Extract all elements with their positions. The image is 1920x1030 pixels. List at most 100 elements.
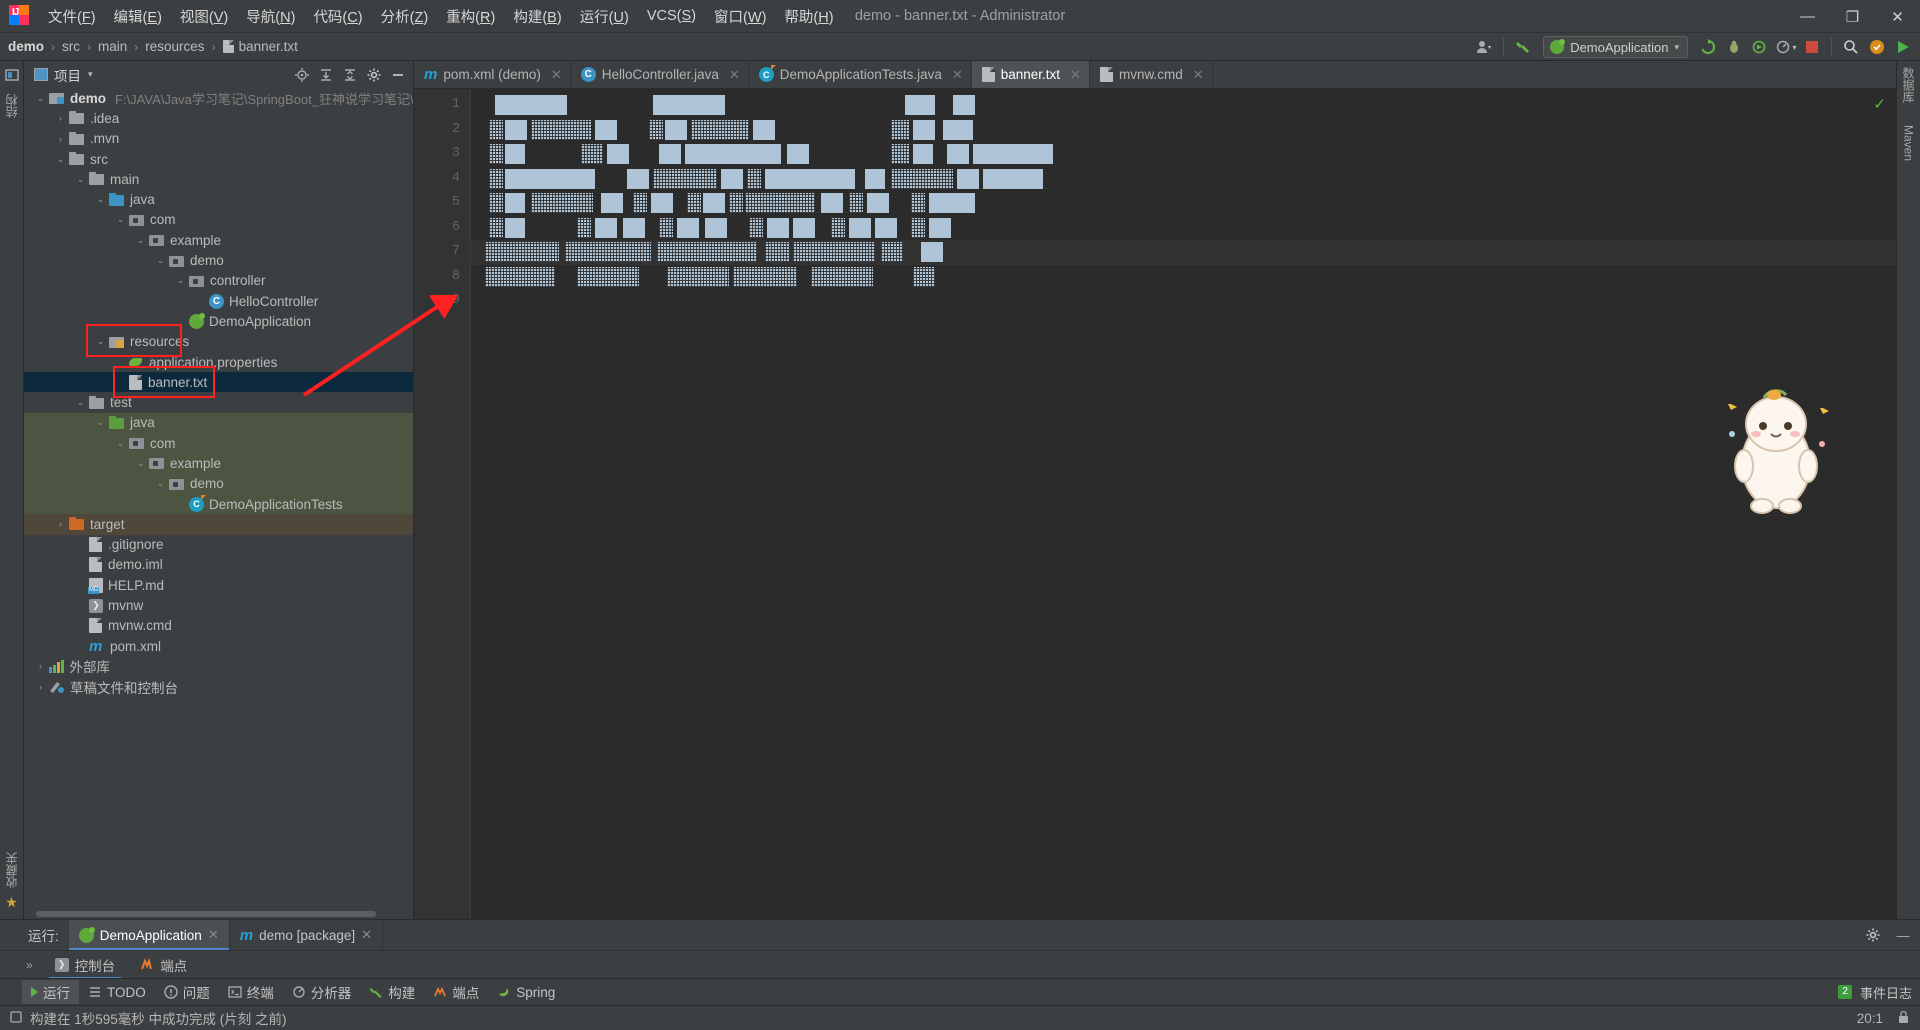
project-horizontal-scrollbar[interactable] xyxy=(24,909,413,919)
tree-node--idea[interactable]: › .idea xyxy=(24,108,413,128)
sidebar-item-maven[interactable]: Maven xyxy=(1899,119,1919,167)
tree-node-test[interactable]: ⌄ test xyxy=(24,392,413,412)
sidebar-item-database[interactable]: 数据库 xyxy=(1897,61,1920,109)
tool-button-todo[interactable]: TODO xyxy=(79,980,155,1004)
tree-node-application-properties[interactable]: · application.properties xyxy=(24,352,413,372)
menu-item-10[interactable]: 窗口(W) xyxy=(705,3,775,30)
editor[interactable]: 1 2 3 4 5 6 7 8 9 ✓ xyxy=(414,89,1896,919)
chevron-down-icon[interactable]: ⌄ xyxy=(174,275,187,286)
locate-icon[interactable] xyxy=(291,64,313,86)
tree-node-example[interactable]: ⌄ example xyxy=(24,453,413,474)
chevron-down-icon[interactable]: ⌄ xyxy=(94,336,107,347)
chevron-down-icon[interactable]: ⌄ xyxy=(134,235,147,246)
chevron-down-icon[interactable]: ⌄ xyxy=(134,458,147,469)
chevron-down-icon[interactable]: ⌄ xyxy=(74,397,87,408)
tree-node-demo-iml[interactable]: · demo.iml xyxy=(24,555,413,575)
chevron-right-icon[interactable]: › xyxy=(54,113,67,123)
project-tree[interactable]: ⌄ demo F:\JAVA\Java学习笔记\SpringBoot_狂神说学习笔记… xyxy=(24,88,413,909)
tree-node-mvnw[interactable]: ·❯ mvnw xyxy=(24,595,413,615)
menu-item-5[interactable]: 分析(Z) xyxy=(372,3,438,30)
profile-icon[interactable]: ▾ xyxy=(1775,36,1797,58)
tree-node-mvnw-cmd[interactable]: · mvnw.cmd xyxy=(24,616,413,636)
tree-node-pom-xml[interactable]: ·m pom.xml xyxy=(24,636,413,656)
close-button[interactable]: ✕ xyxy=(1875,0,1920,33)
collapse-all-icon[interactable] xyxy=(339,64,361,86)
breadcrumb-item-1[interactable]: src xyxy=(62,39,80,54)
close-icon[interactable]: ✕ xyxy=(551,67,562,83)
menu-item-2[interactable]: 视图(V) xyxy=(171,3,237,30)
minimize-button[interactable]: — xyxy=(1785,0,1830,33)
debug-icon[interactable] xyxy=(1723,36,1745,58)
menu-item-4[interactable]: 代码(C) xyxy=(304,3,371,30)
sidebar-item-favorites[interactable]: 收藏夹 xyxy=(0,846,23,894)
chevron-down-icon[interactable]: ⌄ xyxy=(114,438,127,449)
chevron-down-icon[interactable]: ⌄ xyxy=(74,174,87,185)
editor-tab-banner-txt[interactable]: banner.txt ✕ xyxy=(971,61,1090,88)
chevron-down-icon[interactable]: ⌄ xyxy=(154,478,167,489)
tool-button-run[interactable]: 运行 xyxy=(22,980,79,1004)
message-icon[interactable] xyxy=(9,1010,23,1027)
tool-button-spring[interactable]: Spring xyxy=(488,980,564,1004)
favorites-star-icon[interactable]: ★ xyxy=(5,894,18,911)
tool-button-terminal[interactable]: 终端 xyxy=(219,980,283,1004)
chevron-right-icon[interactable]: › xyxy=(54,134,67,144)
menu-item-6[interactable]: 重构(R) xyxy=(437,3,504,30)
breadcrumb-item-2[interactable]: main xyxy=(98,39,127,54)
lock-icon[interactable] xyxy=(1897,1010,1910,1027)
minimize-panel-icon[interactable]: — xyxy=(1892,924,1914,946)
run-subtab-endpoints-icon[interactable]: 端点 xyxy=(127,951,199,979)
editor-tab-hellocontroller-java[interactable]: C HelloController.java ✕ xyxy=(571,61,749,88)
run-configuration-selector[interactable]: DemoApplication ▾ xyxy=(1543,36,1688,58)
chevron-right-icon[interactable]: › xyxy=(54,519,67,529)
tree-node-com[interactable]: ⌄ com xyxy=(24,210,413,230)
event-log-label[interactable]: 事件日志 xyxy=(1860,983,1912,1002)
chevron-down-icon[interactable]: ⌄ xyxy=(94,417,107,428)
tool-button-profiler[interactable]: 分析器 xyxy=(283,980,361,1004)
more-tabs-chevron-icon[interactable]: » xyxy=(0,958,43,972)
tree-node-java[interactable]: ⌄ java xyxy=(24,189,413,209)
menu-item-3[interactable]: 导航(N) xyxy=(237,3,304,30)
tree-node-demoapplication[interactable]: · DemoApplication xyxy=(24,311,413,331)
tree-node-java[interactable]: ⌄ java xyxy=(24,412,413,434)
tree-node-target[interactable]: › target xyxy=(24,514,413,535)
editor-content[interactable]: ✓ xyxy=(470,89,1896,919)
chevron-down-icon[interactable]: ⌄ xyxy=(94,194,107,205)
tree-node-demo[interactable]: ⌄ demo F:\JAVA\Java学习笔记\SpringBoot_狂神说学习笔记… xyxy=(24,88,413,108)
tree-node--mvn[interactable]: › .mvn xyxy=(24,129,413,149)
menu-item-7[interactable]: 构建(B) xyxy=(504,3,570,30)
editor-tab-pom-xml--demo-[interactable]: m pom.xml (demo) ✕ xyxy=(414,61,571,88)
feedback-icon[interactable] xyxy=(1866,36,1888,58)
chevron-right-icon[interactable]: › xyxy=(34,682,47,692)
tree-node-controller[interactable]: ⌄ controller xyxy=(24,271,413,291)
editor-tab-demoapplicationtests-java[interactable]: C DemoApplicationTests.java ✕ xyxy=(749,61,972,88)
editor-tab-mvnw-cmd[interactable]: mvnw.cmd ✕ xyxy=(1090,61,1213,88)
menu-item-1[interactable]: 编辑(E) xyxy=(105,3,171,30)
update-icon[interactable] xyxy=(1697,36,1719,58)
breadcrumb-item-3[interactable]: resources xyxy=(145,39,204,54)
tool-button-endpoints[interactable]: 端点 xyxy=(424,980,488,1004)
tree-node-hellocontroller[interactable]: ·C HelloController xyxy=(24,291,413,311)
run-with-coverage-icon[interactable] xyxy=(1749,36,1771,58)
close-icon[interactable]: ✕ xyxy=(1193,67,1204,83)
menu-item-11[interactable]: 帮助(H) xyxy=(775,3,842,30)
tool-button-build[interactable]: 构建 xyxy=(360,980,424,1004)
chevron-down-icon[interactable]: ⌄ xyxy=(54,154,67,165)
run-tab-demo--package-[interactable]: m demo [package] ✕ xyxy=(230,920,384,950)
tree-node--gitignore[interactable]: · .gitignore xyxy=(24,535,413,555)
menu-item-9[interactable]: VCS(S) xyxy=(638,5,705,27)
tree-node-src[interactable]: ⌄ src xyxy=(24,149,413,169)
close-icon[interactable]: ✕ xyxy=(361,927,372,943)
breadcrumb-item-4[interactable]: banner.txt xyxy=(222,39,298,54)
tree-node-banner-txt[interactable]: · banner.txt xyxy=(24,372,413,393)
tree-node---------[interactable]: › 草稿文件和控制台 xyxy=(24,677,413,697)
chevron-down-icon[interactable]: ⌄ xyxy=(154,255,167,266)
sidebar-item-structure[interactable]: 结构 xyxy=(0,88,23,124)
close-icon[interactable]: ✕ xyxy=(729,67,740,83)
settings-icon[interactable] xyxy=(363,64,385,86)
play-icon[interactable] xyxy=(1892,36,1914,58)
tool-button-problems[interactable]: 问题 xyxy=(155,980,219,1004)
chevron-down-icon[interactable]: ▾ xyxy=(88,69,93,80)
close-icon[interactable]: ✕ xyxy=(1070,67,1081,83)
tree-node-main[interactable]: ⌄ main xyxy=(24,169,413,189)
caret-position[interactable]: 20:1 xyxy=(1857,1011,1883,1026)
